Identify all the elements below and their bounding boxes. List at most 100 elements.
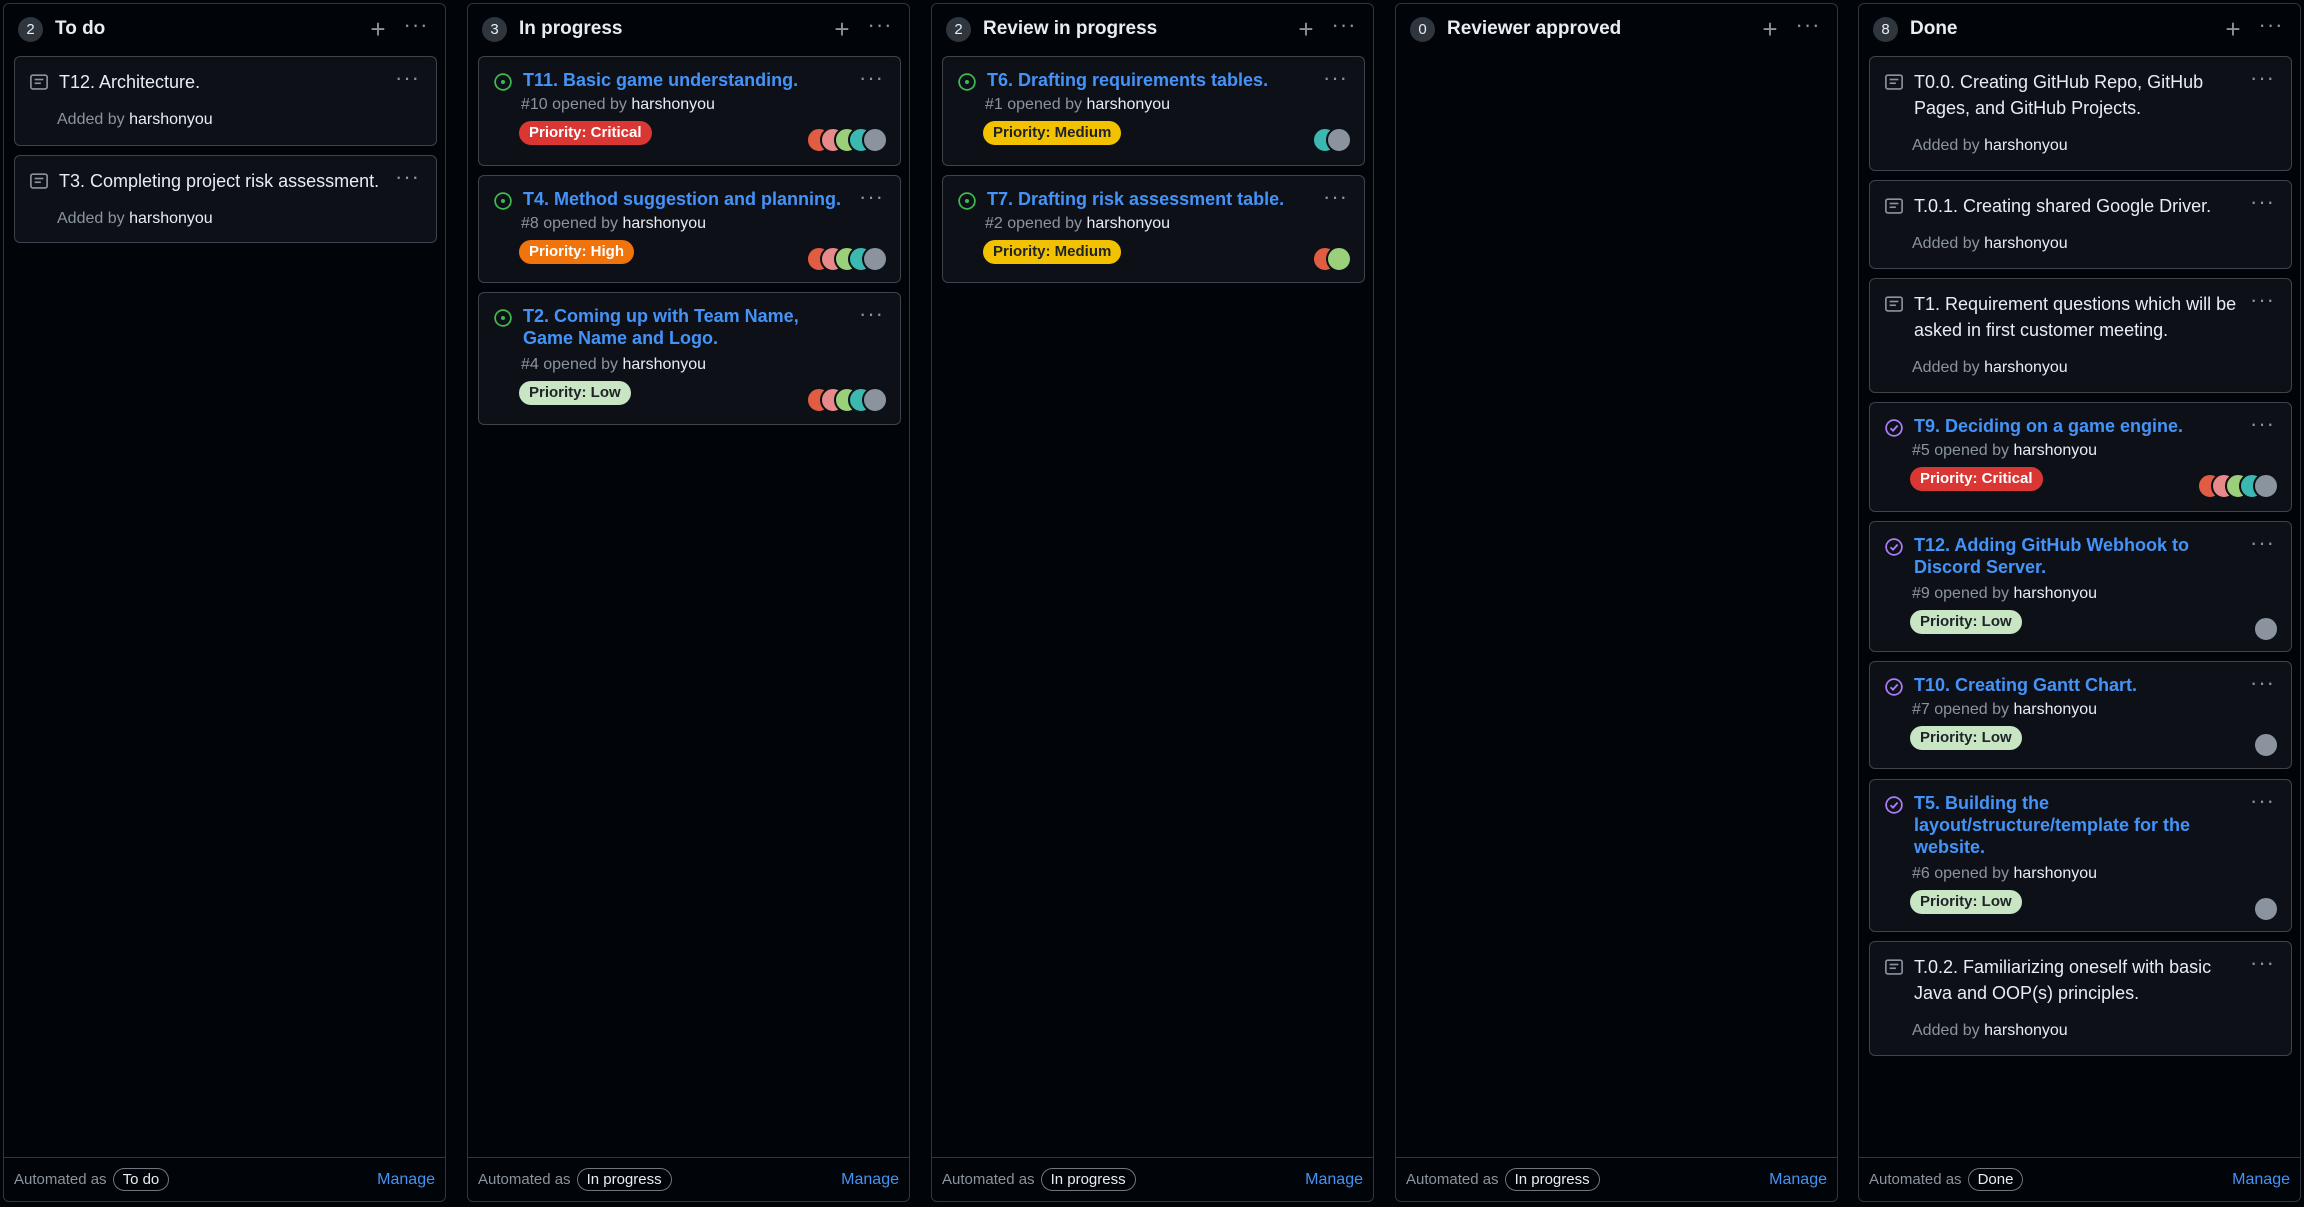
card-menu-icon[interactable]: ··· xyxy=(2250,189,2275,215)
assignee-avatars[interactable] xyxy=(806,127,888,153)
username-link[interactable]: harshonyou xyxy=(129,210,213,227)
assignee-avatars[interactable] xyxy=(2253,732,2279,758)
issue-card[interactable]: T2. Coming up with Team Name, Game Name … xyxy=(478,292,901,425)
note-card[interactable]: T12. Architecture. ··· Added by harshony… xyxy=(14,56,437,146)
add-card-icon[interactable]: + xyxy=(827,16,857,42)
issue-card[interactable]: T12. Adding GitHub Webhook to Discord Se… xyxy=(1869,521,2292,652)
issue-card[interactable]: T6. Drafting requirements tables. ··· #1… xyxy=(942,56,1365,166)
assignee-avatars[interactable] xyxy=(1312,127,1352,153)
issue-card[interactable]: T4. Method suggestion and planning. ··· … xyxy=(478,175,901,283)
issue-meta: #2 opened by harshonyou xyxy=(985,215,1170,233)
username-link[interactable]: harshonyou xyxy=(2013,585,2097,602)
username-link[interactable]: harshonyou xyxy=(2013,701,2097,718)
username-link[interactable]: harshonyou xyxy=(1984,1022,2068,1039)
priority-label[interactable]: Priority: Medium xyxy=(983,121,1122,145)
card-count-badge: 2 xyxy=(946,16,971,42)
card-menu-icon[interactable]: ··· xyxy=(2250,530,2275,556)
priority-label[interactable]: Priority: Low xyxy=(1910,726,2022,750)
issue-card[interactable]: T7. Drafting risk assessment table. ··· … xyxy=(942,175,1365,283)
assignee-avatars[interactable] xyxy=(2253,616,2279,642)
card-menu-icon[interactable]: ··· xyxy=(1323,65,1348,91)
card-menu-icon[interactable]: ··· xyxy=(2250,950,2275,976)
manage-automation-link[interactable]: Manage xyxy=(2232,1171,2290,1189)
card-menu-icon[interactable]: ··· xyxy=(2250,287,2275,313)
manage-automation-link[interactable]: Manage xyxy=(1769,1171,1827,1189)
card-menu-icon[interactable]: ··· xyxy=(859,184,884,210)
manage-automation-link[interactable]: Manage xyxy=(377,1171,435,1189)
priority-label[interactable]: Priority: High xyxy=(519,240,635,264)
manage-automation-link[interactable]: Manage xyxy=(841,1171,899,1189)
username-link[interactable]: harshonyou xyxy=(1984,137,2068,154)
username-link[interactable]: harshonyou xyxy=(1984,235,2068,252)
column-menu-icon[interactable]: ··· xyxy=(1793,14,1823,36)
add-card-icon[interactable]: + xyxy=(363,16,393,42)
note-card[interactable]: T.0.2. Familiarizing oneself with basic … xyxy=(1869,941,2292,1056)
assignee-avatars[interactable] xyxy=(2197,473,2279,499)
issue-card[interactable]: T9. Deciding on a game engine. ··· #5 op… xyxy=(1869,402,2292,512)
added-by: Added by harshonyou xyxy=(1912,1022,2068,1040)
avatar xyxy=(2253,896,2279,922)
issue-reference: #6 opened by xyxy=(1912,865,2009,882)
note-card[interactable]: T0.0. Creating GitHub Repo, GitHub Pages… xyxy=(1869,56,2292,171)
issue-meta: #9 opened by harshonyou xyxy=(1912,585,2097,603)
priority-label[interactable]: Priority: Medium xyxy=(983,240,1122,264)
note-card[interactable]: T3. Completing project risk assessment. … xyxy=(14,155,437,243)
issue-title-link[interactable]: T12. Adding GitHub Webhook to Discord Se… xyxy=(1914,534,2244,578)
username-link[interactable]: harshonyou xyxy=(2013,442,2097,459)
column-review-in-progress: 2 Review in progress + ··· T6. Drafting … xyxy=(931,3,1374,1202)
username-link[interactable]: harshonyou xyxy=(2013,865,2097,882)
card-menu-icon[interactable]: ··· xyxy=(2250,65,2275,91)
priority-label[interactable]: Priority: Critical xyxy=(1910,467,2043,491)
note-card[interactable]: T.0.1. Creating shared Google Driver. ··… xyxy=(1869,180,2292,269)
open-issue-icon xyxy=(958,192,976,210)
card-menu-icon[interactable]: ··· xyxy=(859,301,884,327)
issue-title-link[interactable]: T9. Deciding on a game engine. xyxy=(1914,415,2234,438)
assignee-avatars[interactable] xyxy=(2253,896,2279,922)
issue-title-link[interactable]: T4. Method suggestion and planning. xyxy=(523,188,853,211)
username-link[interactable]: harshonyou xyxy=(1086,215,1170,232)
column-menu-icon[interactable]: ··· xyxy=(2256,14,2286,36)
username-link[interactable]: harshonyou xyxy=(622,215,706,232)
add-card-icon[interactable]: + xyxy=(1755,16,1785,42)
issue-card[interactable]: T5. Building the layout/structure/templa… xyxy=(1869,779,2292,932)
username-link[interactable]: harshonyou xyxy=(1984,359,2068,376)
add-card-icon[interactable]: + xyxy=(1291,16,1321,42)
issue-reference: #2 opened by xyxy=(985,215,1082,232)
priority-label[interactable]: Priority: Low xyxy=(1910,890,2022,914)
assignee-avatars[interactable] xyxy=(1312,246,1352,272)
add-card-icon[interactable]: + xyxy=(2218,16,2248,42)
automated-label: Automated as xyxy=(478,1171,571,1188)
column-menu-icon[interactable]: ··· xyxy=(401,14,431,36)
issue-card[interactable]: T11. Basic game understanding. ··· #10 o… xyxy=(478,56,901,166)
assignee-avatars[interactable] xyxy=(806,246,888,272)
card-menu-icon[interactable]: ··· xyxy=(2250,788,2275,814)
username-link[interactable]: harshonyou xyxy=(622,356,706,373)
column-footer: Automated as In progress Manage xyxy=(1396,1157,1837,1201)
note-card[interactable]: T1. Requirement questions which will be … xyxy=(1869,278,2292,393)
issue-title-link[interactable]: T6. Drafting requirements tables. xyxy=(987,69,1307,92)
card-menu-icon[interactable]: ··· xyxy=(395,65,420,91)
avatar xyxy=(862,127,888,153)
card-menu-icon[interactable]: ··· xyxy=(2250,670,2275,696)
issue-title-link[interactable]: T11. Basic game understanding. xyxy=(523,69,843,92)
assignee-avatars[interactable] xyxy=(806,387,888,413)
priority-label[interactable]: Priority: Low xyxy=(519,381,631,405)
issue-title-link[interactable]: T7. Drafting risk assessment table. xyxy=(987,188,1317,211)
card-menu-icon[interactable]: ··· xyxy=(2250,411,2275,437)
username-link[interactable]: harshonyou xyxy=(129,111,213,128)
issue-title-link[interactable]: T2. Coming up with Team Name, Game Name … xyxy=(523,305,853,349)
issue-title-link[interactable]: T5. Building the layout/structure/templa… xyxy=(1914,792,2214,858)
closed-issue-icon xyxy=(1885,678,1903,696)
username-link[interactable]: harshonyou xyxy=(631,96,715,113)
column-menu-icon[interactable]: ··· xyxy=(1329,14,1359,36)
card-menu-icon[interactable]: ··· xyxy=(395,164,420,190)
username-link[interactable]: harshonyou xyxy=(1086,96,1170,113)
card-menu-icon[interactable]: ··· xyxy=(1323,184,1348,210)
column-menu-icon[interactable]: ··· xyxy=(865,14,895,36)
issue-title-link[interactable]: T10. Creating Gantt Chart. xyxy=(1914,674,2234,697)
priority-label[interactable]: Priority: Critical xyxy=(519,121,652,145)
manage-automation-link[interactable]: Manage xyxy=(1305,1171,1363,1189)
priority-label[interactable]: Priority: Low xyxy=(1910,610,2022,634)
issue-card[interactable]: T10. Creating Gantt Chart. ··· #7 opened… xyxy=(1869,661,2292,769)
card-menu-icon[interactable]: ··· xyxy=(859,65,884,91)
